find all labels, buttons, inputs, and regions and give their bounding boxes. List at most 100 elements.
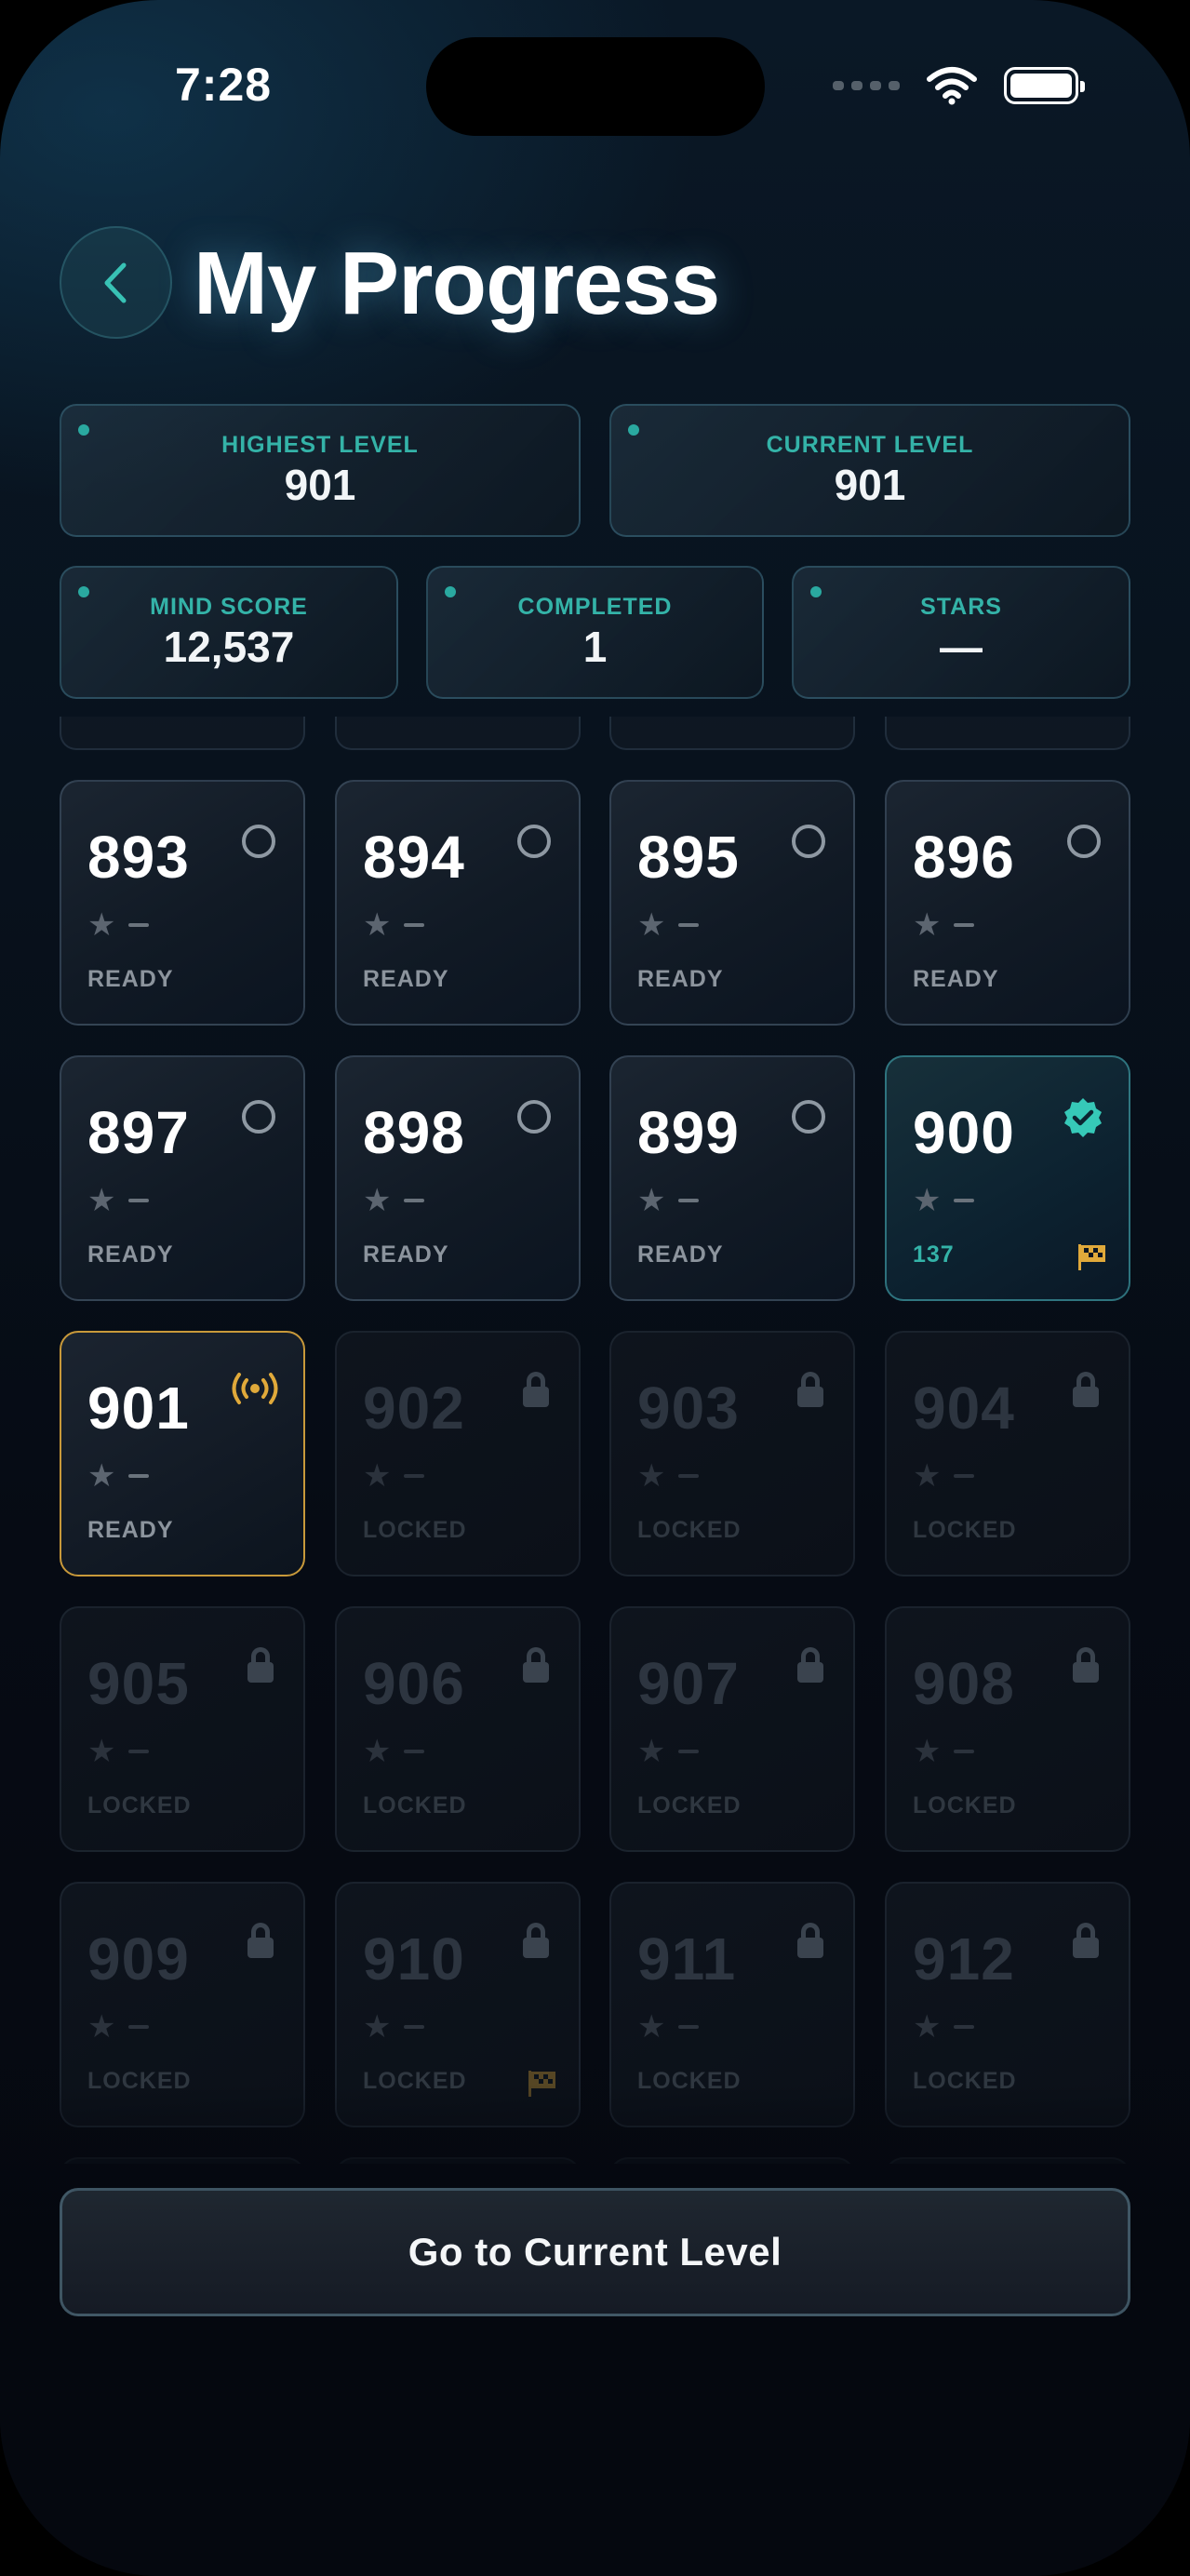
level-number: 899	[637, 1099, 740, 1166]
level-tile-partial	[609, 717, 855, 750]
status-icons	[833, 65, 1085, 106]
stat-value: 12,537	[163, 623, 295, 671]
circle-icon	[517, 825, 551, 858]
star-icon: ★	[363, 1734, 392, 1769]
stars-empty-dash	[678, 2025, 700, 2029]
level-number: 904	[913, 1375, 1015, 1442]
stars-empty-dash	[954, 1750, 975, 1753]
stars-empty-dash	[404, 2025, 425, 2029]
level-number: 900	[913, 1099, 1015, 1166]
level-state: READY	[363, 1241, 449, 1268]
stars-empty-dash	[128, 2025, 150, 2029]
stat-label: MIND SCORE	[150, 594, 308, 620]
level-tile: 908 ★ LOCKED	[885, 1606, 1130, 1852]
level-number: 907	[637, 1650, 740, 1717]
level-number: 911	[637, 1925, 737, 1992]
checkered-flag-icon	[1076, 1242, 1108, 1277]
stars-empty-dash	[404, 1474, 425, 1478]
level-state: READY	[87, 1517, 174, 1543]
level-number: 896	[913, 824, 1015, 891]
stars-empty-dash	[128, 1199, 150, 1202]
star-icon: ★	[363, 2009, 392, 2045]
level-stars: ★	[363, 1185, 425, 1216]
level-tile[interactable]: 900 ★ 137	[885, 1055, 1130, 1301]
stars-empty-dash	[404, 923, 425, 927]
bottom-fade	[0, 2085, 1190, 2576]
level-stars: ★	[637, 1185, 700, 1216]
lock-icon	[797, 1923, 823, 1960]
level-state: READY	[87, 966, 174, 992]
level-stars: ★	[87, 907, 150, 943]
level-number: 895	[637, 824, 740, 891]
level-grid: 893 ★ READY 894 ★ READY 895 ★ READY 896 ★ READY 897 ★…	[0, 717, 1190, 2164]
level-tile[interactable]: 893 ★ READY	[60, 780, 305, 1026]
stars-empty-dash	[678, 1199, 700, 1202]
level-tile[interactable]: 897 ★ READY	[60, 1055, 305, 1301]
lock-icon	[1073, 1647, 1099, 1684]
go-to-current-level-button[interactable]: Go to Current Level	[60, 2188, 1130, 2316]
level-state: LOCKED	[913, 1517, 1017, 1543]
star-icon: ★	[913, 1458, 942, 1494]
page-title: My Progress	[194, 234, 720, 333]
star-icon: ★	[87, 1734, 116, 1769]
chevron-left-icon	[104, 262, 126, 302]
level-stars: ★	[913, 2011, 975, 2043]
level-stars: ★	[913, 1458, 975, 1494]
level-state: LOCKED	[363, 1517, 467, 1543]
level-stars: ★	[87, 1183, 150, 1218]
level-number: 906	[363, 1650, 465, 1717]
lock-icon	[1073, 1923, 1099, 1960]
stars-empty-dash	[404, 1199, 425, 1202]
stat-mind-score: MIND SCORE 12,537	[60, 566, 398, 699]
level-stars: ★	[363, 1460, 425, 1492]
stat-value: 901	[834, 461, 906, 509]
level-stars: ★	[87, 2009, 150, 2045]
cellular-signal-icon	[833, 81, 900, 90]
level-tile: 907 ★ LOCKED	[609, 1606, 855, 1852]
lock-icon	[523, 1647, 549, 1684]
circle-icon	[517, 1100, 551, 1134]
level-stars: ★	[637, 2009, 700, 2045]
lock-icon	[247, 1923, 274, 1960]
lock-icon	[247, 1647, 274, 1684]
stat-label: COMPLETED	[517, 594, 673, 620]
lock-icon	[797, 1647, 823, 1684]
level-tile[interactable]: 895 ★ READY	[609, 780, 855, 1026]
stat-stars: STARS —	[792, 566, 1130, 699]
stat-completed: COMPLETED 1	[426, 566, 764, 699]
star-icon: ★	[87, 2009, 116, 2045]
level-tile[interactable]: 901 ★ READY	[60, 1331, 305, 1576]
level-state: LOCKED	[363, 1792, 467, 1818]
level-number: 901	[87, 1375, 190, 1442]
back-button[interactable]	[60, 226, 172, 339]
level-tile[interactable]: 898 ★ READY	[335, 1055, 581, 1301]
circle-icon	[792, 1100, 825, 1134]
star-icon: ★	[87, 907, 116, 943]
level-stars: ★	[913, 1736, 975, 1767]
star-icon: ★	[87, 1183, 116, 1218]
level-state: READY	[913, 966, 999, 992]
level-tile[interactable]: 899 ★ READY	[609, 1055, 855, 1301]
star-icon: ★	[637, 2009, 666, 2045]
level-number: 908	[913, 1650, 1015, 1717]
stars-empty-dash	[678, 1750, 700, 1753]
level-state: LOCKED	[637, 1517, 742, 1543]
level-state: READY	[637, 966, 724, 992]
level-number: 902	[363, 1375, 465, 1442]
level-number: 910	[363, 1925, 465, 1992]
level-tile[interactable]: 894 ★ READY	[335, 780, 581, 1026]
level-state: READY	[363, 966, 449, 992]
star-icon: ★	[637, 1458, 666, 1494]
stars-empty-dash	[128, 1750, 150, 1753]
broadcast-icon	[229, 1372, 281, 1410]
star-icon: ★	[913, 907, 942, 943]
lock-icon	[523, 1923, 549, 1960]
level-tile-partial	[885, 717, 1130, 750]
level-stars: ★	[363, 909, 425, 941]
level-number: 894	[363, 824, 465, 891]
level-tile[interactable]: 896 ★ READY	[885, 780, 1130, 1026]
stat-value: —	[940, 623, 983, 671]
level-number: 893	[87, 824, 190, 891]
lock-icon	[523, 1372, 549, 1409]
level-stars: ★	[637, 1736, 700, 1767]
